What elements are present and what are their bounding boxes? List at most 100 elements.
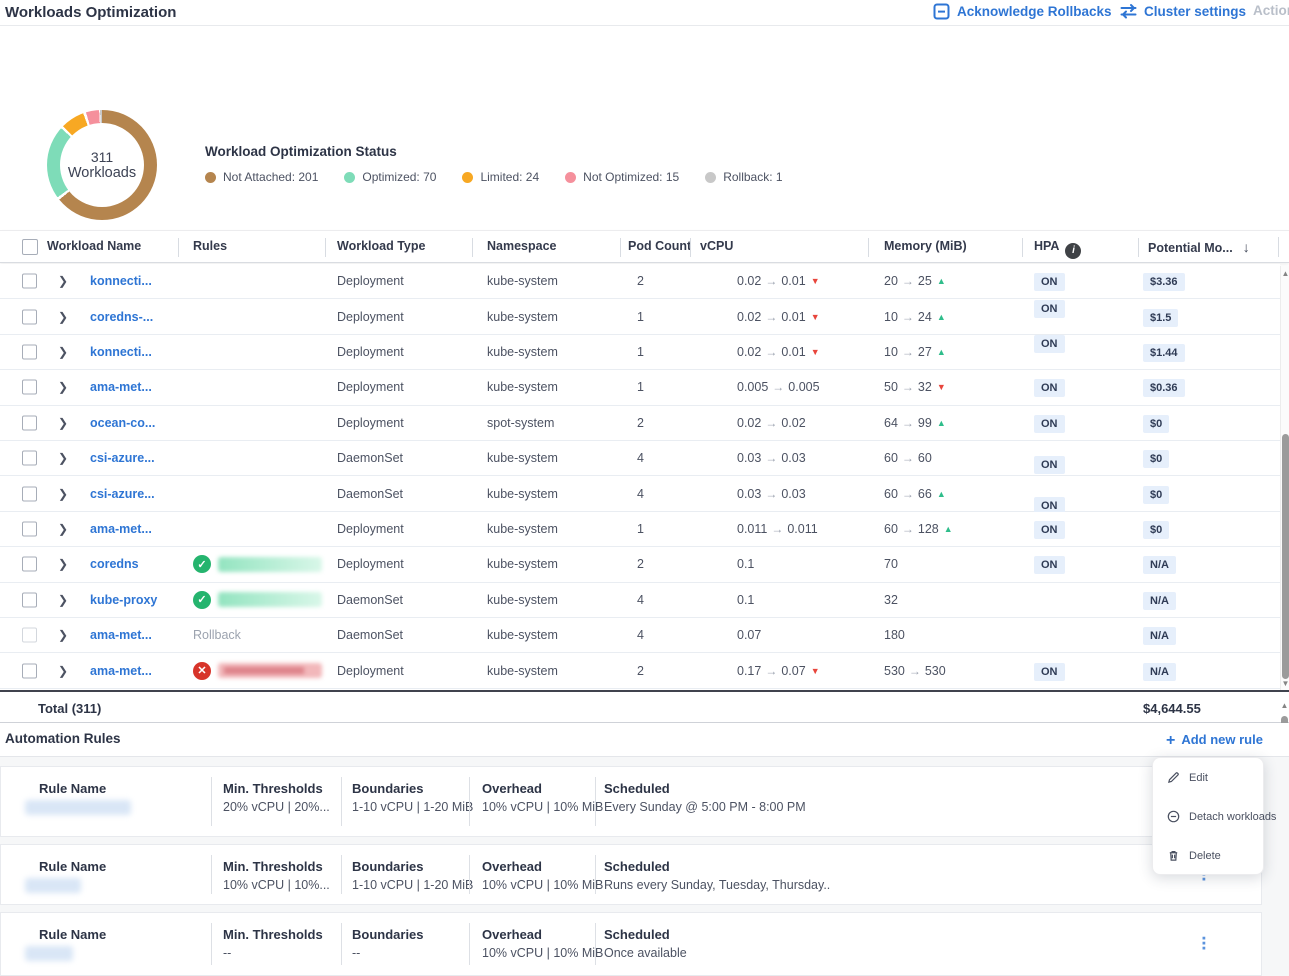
expand-chevron-icon[interactable]: ❯ (58, 628, 68, 642)
expand-chevron-icon[interactable]: ❯ (58, 274, 68, 288)
row-checkbox[interactable] (22, 486, 37, 501)
row-checkbox[interactable] (22, 628, 37, 643)
scrollbar-thumb[interactable] (1282, 434, 1289, 679)
row-checkbox[interactable] (22, 274, 37, 289)
workload-name-link[interactable]: konnecti... (90, 345, 152, 359)
col-hpa[interactable]: HPAi (1034, 239, 1081, 259)
workload-name-link[interactable]: ocean-co... (90, 416, 155, 430)
vcpu-value: 0.03→0.03 (737, 451, 806, 465)
potential-savings-badge: N/A (1143, 664, 1176, 678)
hpa-on-label: ON (1034, 379, 1065, 397)
legend-item: Optimized: 70 (344, 170, 436, 184)
add-new-rule-button[interactable]: +Add new rule (1166, 732, 1263, 750)
checkbox-icon (22, 309, 37, 324)
col-vcpu[interactable]: vCPU (700, 239, 733, 253)
sort-desc-icon[interactable]: ↓ (1243, 239, 1250, 255)
col-workload-type[interactable]: Workload Type (337, 239, 425, 253)
vcpu-value: 0.1 (737, 557, 754, 571)
trend-down-icon: ▼ (811, 276, 820, 286)
row-checkbox[interactable] (22, 592, 37, 607)
column-divider (690, 238, 691, 257)
rule-column-divider (595, 923, 596, 965)
workload-name-link[interactable]: konnecti... (90, 274, 152, 288)
workload-name-link[interactable]: ama-met... (90, 522, 152, 536)
workload-name-link[interactable]: coredns-... (90, 310, 153, 324)
hpa-badge: ON (1034, 380, 1065, 394)
workload-name-link[interactable]: ama-met... (90, 628, 152, 642)
acknowledge-rollbacks-button[interactable]: Acknowledge Rollbacks (933, 3, 1112, 20)
automation-rule-card: Rule NameMin. Thresholds10% vCPU | 10%..… (0, 844, 1262, 905)
workload-name-link[interactable]: kube-proxy (90, 593, 157, 607)
min-thresholds-value: 10% vCPU | 10%... (223, 878, 330, 892)
legend-label: Not Optimized: 15 (583, 170, 679, 184)
workload-status-donut-chart: 311 Workloads (47, 110, 157, 220)
expand-chevron-icon[interactable]: ❯ (58, 557, 68, 571)
row-checkbox[interactable] (22, 451, 37, 466)
workload-name-link[interactable]: csi-azure... (90, 451, 155, 465)
total-label: Total (311) (38, 701, 101, 716)
expand-chevron-icon[interactable]: ❯ (58, 487, 68, 501)
col-potential[interactable]: Potential Mo...↓ (1148, 239, 1250, 255)
column-divider (1278, 237, 1279, 257)
scroll-up-icon[interactable]: ▲ (1281, 269, 1289, 279)
hpa-info-icon[interactable]: i (1065, 243, 1081, 259)
rules-cell: ✓ (193, 555, 322, 573)
metric-from: 64 (884, 416, 898, 430)
cluster-settings-button[interactable]: Cluster settings (1120, 3, 1246, 20)
expand-chevron-icon[interactable]: ❯ (58, 451, 68, 465)
menu-item-detach-workloads[interactable]: Detach workloads (1153, 797, 1263, 836)
expand-chevron-icon[interactable]: ❯ (58, 522, 68, 536)
scrollbar-thumb[interactable] (1281, 716, 1288, 723)
metric-to: 0.03 (781, 451, 805, 465)
metric-to: 25 (918, 274, 932, 288)
row-checkbox[interactable] (22, 522, 37, 537)
rule-status-text: Rollback (193, 628, 241, 642)
row-checkbox[interactable] (22, 380, 37, 395)
expand-chevron-icon[interactable]: ❯ (58, 416, 68, 430)
arrow-right-icon: → (761, 345, 781, 359)
col-namespace[interactable]: Namespace (487, 239, 557, 253)
rule-actions-kebab-icon[interactable]: ▪▪▪ (1199, 937, 1209, 952)
table-scrollbar[interactable]: ▲ ▼ (1280, 266, 1289, 692)
table-total-row: Total (311) $4,644.55 (0, 690, 1289, 723)
expand-chevron-icon[interactable]: ❯ (58, 345, 68, 359)
automation-rules-title: Automation Rules (5, 731, 121, 746)
col-pod-count[interactable]: Pod Count (628, 239, 691, 253)
expand-chevron-icon[interactable]: ❯ (58, 380, 68, 394)
potential-value: $0 (1143, 486, 1169, 504)
select-all-checkbox[interactable] (22, 239, 38, 255)
metric-from: 10 (884, 310, 898, 324)
scroll-up-icon[interactable]: ▲ (1280, 701, 1289, 710)
status-title: Workload Optimization Status (205, 144, 397, 159)
scroll-down-icon[interactable]: ▼ (1281, 679, 1289, 689)
arrow-right-icon: → (767, 522, 787, 536)
row-checkbox[interactable] (22, 663, 37, 678)
row-checkbox[interactable] (22, 309, 37, 324)
potential-savings-badge: $0.36 (1143, 380, 1185, 394)
actions-button[interactable]: Actions (1253, 3, 1289, 18)
row-checkbox[interactable] (22, 345, 37, 360)
workload-name-link[interactable]: ama-met... (90, 380, 152, 394)
metric-from: 530 (884, 664, 905, 678)
workload-type: DaemonSet (337, 451, 403, 465)
column-divider (620, 238, 621, 257)
expand-chevron-icon[interactable]: ❯ (58, 664, 68, 678)
memory-value: 10→27▲ (884, 345, 946, 359)
menu-item-delete[interactable]: Delete (1153, 836, 1263, 875)
expand-chevron-icon[interactable]: ❯ (58, 593, 68, 607)
workload-name-link[interactable]: ama-met... (90, 664, 152, 678)
row-checkbox[interactable] (22, 557, 37, 572)
workload-name-link[interactable]: coredns (90, 557, 139, 571)
row-checkbox[interactable] (22, 415, 37, 430)
expand-chevron-icon[interactable]: ❯ (58, 310, 68, 324)
col-workload-name[interactable]: Workload Name (47, 239, 141, 253)
checkbox-icon (22, 451, 37, 466)
metric-to: 24 (918, 310, 932, 324)
col-memory[interactable]: Memory (MiB) (884, 239, 967, 253)
col-rules[interactable]: Rules (193, 239, 227, 253)
automation-rule-card: Rule NameMin. Thresholds20% vCPU | 20%..… (0, 766, 1262, 837)
menu-item-edit[interactable]: Edit (1153, 758, 1263, 797)
metric-to: 66 (918, 487, 932, 501)
potential-value: $0 (1143, 521, 1169, 539)
workload-name-link[interactable]: csi-azure... (90, 487, 155, 501)
